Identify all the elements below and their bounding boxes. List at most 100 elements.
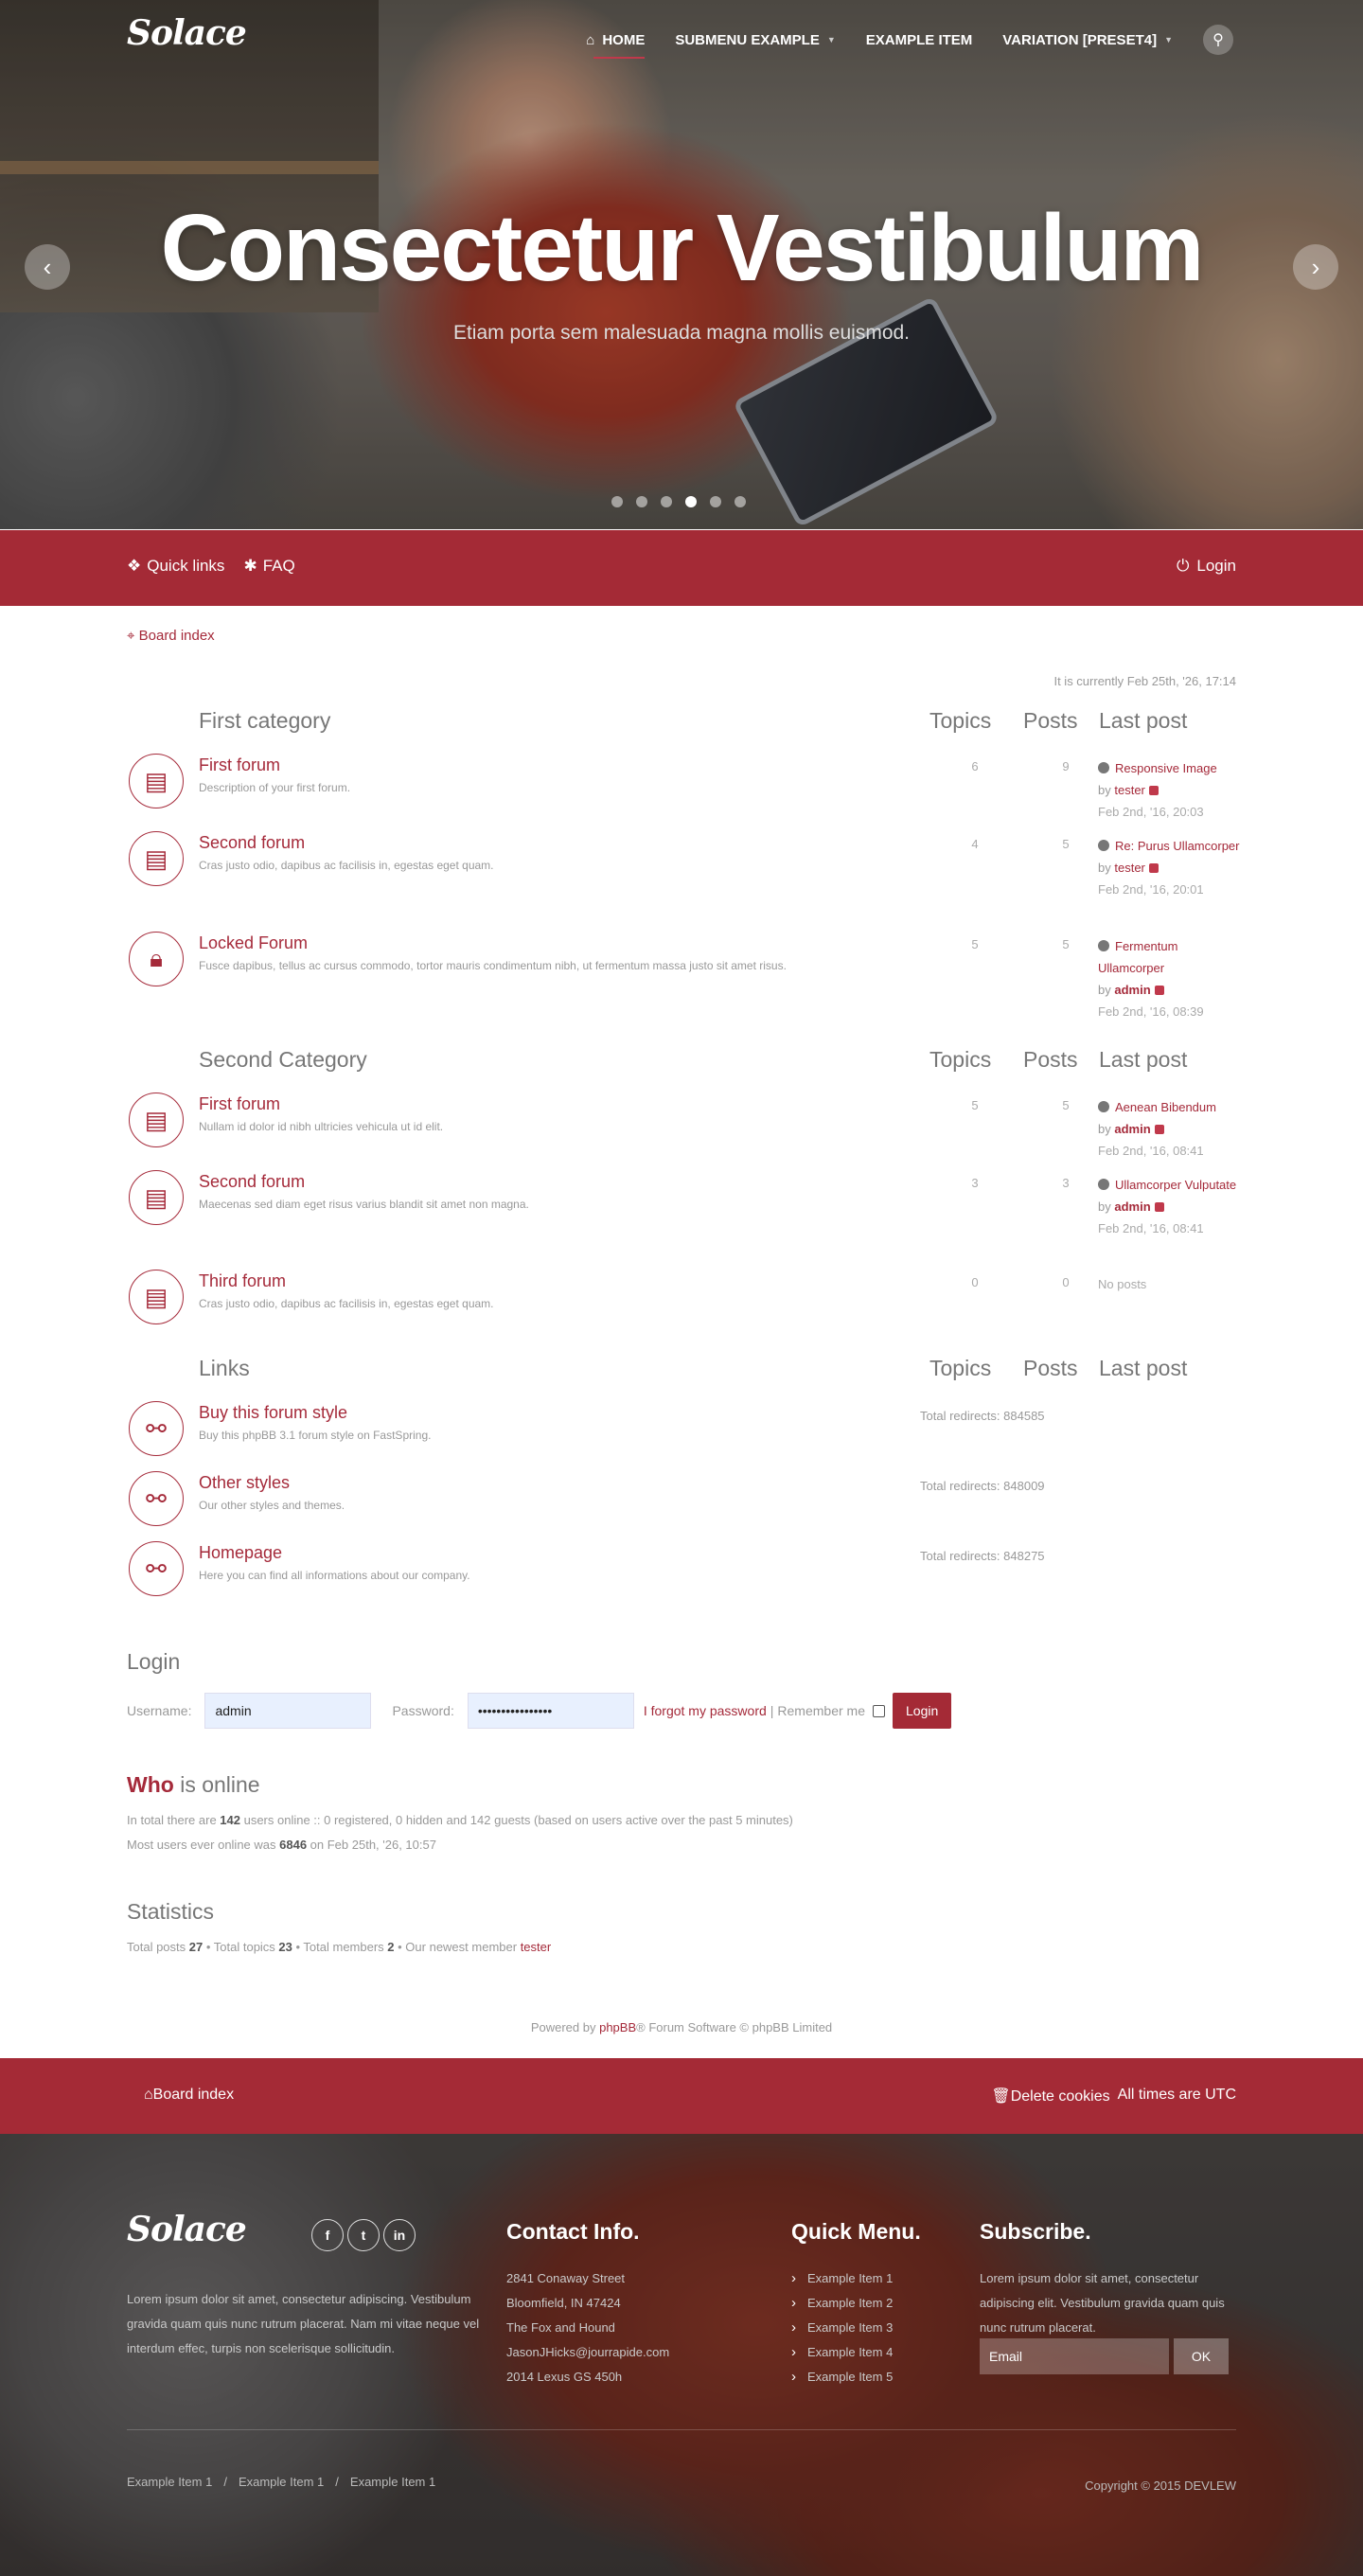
column-topics: Topics [929,1356,992,1380]
last-post-author[interactable]: tester [1114,783,1145,797]
nav-variation[interactable]: VARIATION [PRESET4] ▼ [987,28,1188,51]
last-post-date: Feb 2nd, '16, 20:03 [1098,805,1204,819]
column-topics: Topics [929,708,992,733]
last-post: Ullamcorper Vulputate by admin Feb 2nd, … [1098,1174,1240,1239]
last-post: Fermentum Ullamcorper by admin Feb 2nd, … [1098,935,1240,1022]
footer-logo[interactable]: Solace [127,2210,247,2249]
faq-link[interactable]: ✱ FAQ [243,557,294,576]
facebook-icon[interactable]: f [311,2219,344,2251]
footer-divider [127,2429,1236,2430]
remember-me-checkbox[interactable] [873,1704,885,1717]
username-input[interactable]: admin [204,1693,372,1729]
forum-link[interactable]: Other styles [199,1473,290,1493]
goto-post-icon[interactable] [1154,986,1164,995]
site-logo[interactable]: Solace [127,13,247,53]
quick-links-menu[interactable]: ❖ Quick links [127,557,224,576]
forum-link[interactable]: Second forum [199,833,305,853]
category-title[interactable]: Links [199,1356,250,1381]
column-posts: Posts [1023,708,1078,733]
last-post: Re: Purus Ullamcorper by tester Feb 2nd,… [1098,835,1240,900]
forum-description: Fusce dapibus, tellus ac cursus commodo,… [199,959,787,972]
phpbb-link[interactable]: phpBB [599,2020,636,2034]
breadcrumb[interactable]: ⌖ Board index [127,628,215,644]
forum-description: Our other styles and themes. [199,1499,345,1512]
last-post-author[interactable]: admin [1114,983,1150,997]
forum-link[interactable]: Buy this forum style [199,1403,347,1423]
main-nav: ⌂ HOME SUBMENU EXAMPLE ▼ EXAMPLE ITEM VARI… [571,28,1188,59]
avatar [1098,840,1109,851]
last-post-title[interactable]: Ullamcorper Vulputate [1115,1178,1236,1192]
quick-menu-item[interactable]: Example Item 1 [791,2266,893,2291]
quick-menu: Example Item 1 Example Item 2 Example It… [791,2266,893,2389]
board-index-link[interactable]: ⌂Board index [144,2087,234,2104]
slider-prev-arrow-icon[interactable]: ‹ [25,244,70,290]
forum-link[interactable]: First forum [199,1094,280,1114]
last-post-author[interactable]: admin [1114,1122,1150,1136]
linkedin-icon[interactable]: in [383,2219,416,2251]
search-icon[interactable]: ⚲ [1203,25,1233,55]
nav-home[interactable]: ⌂ HOME [571,28,660,59]
footer-link[interactable]: Example Item 1 [127,2475,212,2489]
quick-menu-item[interactable]: Example Item 4 [791,2340,893,2365]
forum-topics-count: 5 [971,937,979,951]
last-post-date: Feb 2nd, '16, 08:41 [1098,1221,1204,1235]
forum-link[interactable]: Homepage [199,1543,282,1563]
avatar [1098,1179,1109,1190]
slider-dot[interactable] [661,496,672,507]
column-topics: Topics [929,1047,992,1072]
subscribe-button[interactable]: OK [1174,2338,1229,2374]
quick-menu-item[interactable]: Example Item 2 [791,2291,893,2316]
slider-dot[interactable] [710,496,721,507]
last-post-author[interactable]: tester [1114,861,1145,875]
forum-topics-count: 0 [971,1275,979,1289]
slider-next-arrow-icon[interactable]: › [1293,244,1338,290]
category-title[interactable]: Second Category [199,1047,367,1073]
last-post-title[interactable]: Responsive Image [1115,761,1217,775]
category-title[interactable]: First category [199,708,330,734]
layers-icon: ❖ [127,557,142,575]
login-button[interactable]: Login [893,1693,952,1729]
slider-dot[interactable] [735,496,746,507]
quick-menu-item[interactable]: Example Item 5 [791,2365,893,2389]
last-post-title[interactable]: Re: Purus Ullamcorper [1115,839,1240,853]
forum-description: Buy this phpBB 3.1 forum style on FastSp… [199,1429,432,1442]
goto-post-icon[interactable] [1154,1125,1164,1134]
who-is-online-title[interactable]: Who is online [127,1772,260,1798]
goto-post-icon[interactable] [1154,1202,1164,1212]
goto-post-icon[interactable] [1148,863,1159,873]
slider-dot[interactable] [636,496,647,507]
last-post-title[interactable]: Aenean Bibendum [1115,1100,1216,1114]
last-post-date: Feb 2nd, '16, 20:01 [1098,882,1204,897]
bottom-navbar: ⌂Board index 🗑︎Delete cookies All times … [0,2058,1363,2134]
login-link[interactable]: ⏻ Login [1177,557,1236,576]
forum-posts-count: 3 [1062,1176,1070,1190]
forum-link[interactable]: First forum [199,755,280,775]
last-post-date: Feb 2nd, '16, 08:39 [1098,1004,1204,1019]
footer-link[interactable]: Example Item 1 [350,2475,435,2489]
subscribe-email-input[interactable]: Email [980,2338,1169,2374]
last-post: Aenean Bibendum by admin Feb 2nd, '16, 0… [1098,1096,1240,1162]
footer-link[interactable]: Example Item 1 [239,2475,324,2489]
last-post-author[interactable]: admin [1114,1199,1150,1214]
quick-menu-item[interactable]: Example Item 3 [791,2316,893,2340]
forum-navbar: ❖ Quick links ✱ FAQ ⏻ Login [0,530,1363,606]
delete-cookies-link[interactable]: 🗑︎Delete cookies [991,2087,1109,2105]
forgot-password-link[interactable]: I forgot my password [644,1703,767,1718]
twitter-icon[interactable]: t [347,2219,380,2251]
nav-submenu-example[interactable]: SUBMENU EXAMPLE ▼ [660,28,850,51]
forum-link[interactable]: Third forum [199,1271,286,1291]
forum-read-icon: ▤ [129,754,184,808]
forum-link[interactable]: Second forum [199,1172,305,1192]
link-icon: ⚯ [129,1471,184,1526]
forum-read-icon: ▤ [129,1270,184,1324]
forum-link[interactable]: Locked Forum [199,933,308,953]
slider-dot[interactable] [611,496,623,507]
newest-member-link[interactable]: tester [521,1940,552,1954]
slider-dot-active[interactable] [685,496,697,507]
subscribe-title: Subscribe. [980,2219,1091,2244]
total-redirects: Total redirects: 848009 [920,1479,1045,1493]
last-post-title[interactable]: Fermentum Ullamcorper [1098,939,1177,975]
password-input[interactable]: •••••••••••••••• [467,1693,634,1729]
nav-example-item[interactable]: EXAMPLE ITEM [851,28,988,51]
goto-post-icon[interactable] [1148,786,1159,795]
